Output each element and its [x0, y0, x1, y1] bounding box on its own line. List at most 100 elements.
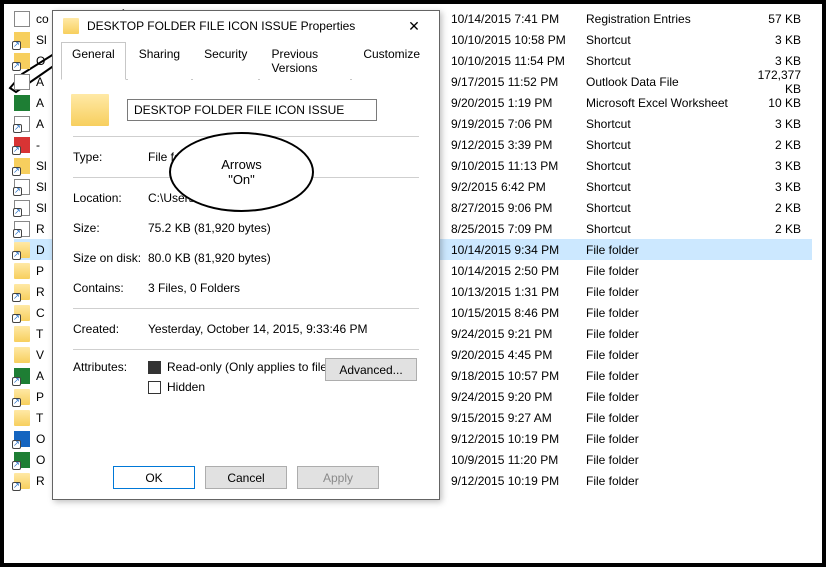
file-icon — [14, 326, 30, 342]
file-icon — [14, 221, 30, 237]
hidden-label: Hidden — [167, 380, 205, 394]
file-date: 9/10/2015 11:13 PM — [451, 159, 586, 173]
file-type: File folder — [586, 432, 746, 446]
file-size: 10 KB — [746, 96, 801, 110]
file-icon — [14, 284, 30, 300]
tab-sharing[interactable]: Sharing — [128, 42, 191, 80]
file-date: 10/10/2015 10:58 PM — [451, 33, 586, 47]
folder-name-input[interactable] — [127, 99, 377, 121]
shortcut-arrow-icon — [12, 482, 21, 491]
file-date: 10/13/2015 1:31 PM — [451, 285, 586, 299]
contains-label: Contains: — [73, 281, 148, 295]
file-type: Shortcut — [586, 54, 746, 68]
created-label: Created: — [73, 322, 148, 336]
window-title: DESKTOP FOLDER FILE ICON ISSUE Propertie… — [87, 19, 399, 33]
shortcut-arrow-icon — [13, 229, 22, 238]
shortcut-arrow-icon — [13, 187, 22, 196]
file-icon — [14, 347, 30, 363]
shortcut-arrow-icon — [12, 440, 21, 449]
file-icon — [14, 53, 30, 69]
tab-security[interactable]: Security — [193, 42, 258, 80]
file-icon — [14, 368, 30, 384]
file-icon — [14, 389, 30, 405]
file-icon — [14, 179, 30, 195]
shortcut-arrow-icon — [12, 461, 21, 470]
shortcut-arrow-icon — [12, 398, 21, 407]
callout-line2: "On" — [228, 172, 255, 187]
tab-general[interactable]: General — [61, 42, 126, 80]
file-date: 9/24/2015 9:20 PM — [451, 390, 586, 404]
shortcut-arrow-icon — [12, 41, 21, 50]
folder-icon — [63, 18, 79, 34]
readonly-checkbox[interactable] — [148, 361, 161, 374]
file-type: Shortcut — [586, 222, 746, 236]
file-icon — [14, 158, 30, 174]
screenshot-frame: co10/14/2015 7:41 PMRegistration Entries… — [0, 0, 826, 567]
file-date: 9/19/2015 7:06 PM — [451, 117, 586, 131]
file-date: 10/14/2015 2:50 PM — [451, 264, 586, 278]
file-date: 9/20/2015 4:45 PM — [451, 348, 586, 362]
file-type: Shortcut — [586, 201, 746, 215]
file-icon — [14, 32, 30, 48]
file-type: File folder — [586, 369, 746, 383]
callout-line1: Arrows — [221, 157, 261, 172]
file-date: 8/27/2015 9:06 PM — [451, 201, 586, 215]
file-type: File folder — [586, 453, 746, 467]
advanced-button[interactable]: Advanced... — [325, 358, 417, 381]
shortcut-arrow-icon — [13, 208, 22, 217]
attributes-label: Attributes: — [73, 360, 148, 374]
file-type: File folder — [586, 306, 746, 320]
file-icon — [14, 242, 30, 258]
tab-customize[interactable]: Customize — [352, 42, 431, 80]
file-date: 9/12/2015 10:19 PM — [451, 474, 586, 488]
shortcut-arrow-icon — [12, 251, 21, 260]
file-type: Shortcut — [586, 117, 746, 131]
close-icon[interactable]: ✕ — [399, 18, 429, 35]
file-date: 9/18/2015 10:57 PM — [451, 369, 586, 383]
file-size: 3 KB — [746, 33, 801, 47]
file-size: 3 KB — [746, 54, 801, 68]
annotation-callout: Arrows "On" — [169, 132, 314, 212]
titlebar[interactable]: DESKTOP FOLDER FILE ICON ISSUE Propertie… — [53, 11, 439, 41]
file-type: File folder — [586, 390, 746, 404]
shortcut-arrow-icon — [12, 167, 21, 176]
cancel-button[interactable]: Cancel — [205, 466, 287, 489]
file-icon — [14, 116, 30, 132]
created-value: Yesterday, October 14, 2015, 9:33:46 PM — [148, 322, 419, 336]
file-size: 3 KB — [746, 159, 801, 173]
dialog-button-row: OK Cancel Apply — [53, 466, 439, 489]
shortcut-arrow-icon — [12, 62, 21, 71]
apply-button[interactable]: Apply — [297, 466, 379, 489]
file-type: Microsoft Excel Worksheet — [586, 96, 746, 110]
file-type: Registration Entries — [586, 12, 746, 26]
size-on-disk-label: Size on disk: — [73, 251, 148, 265]
file-date: 9/12/2015 3:39 PM — [451, 138, 586, 152]
shortcut-arrow-icon — [12, 293, 21, 302]
file-date: 9/15/2015 9:27 AM — [451, 411, 586, 425]
shortcut-arrow-icon — [12, 377, 21, 386]
file-type: Shortcut — [586, 33, 746, 47]
file-date: 9/20/2015 1:19 PM — [451, 96, 586, 110]
file-icon — [14, 200, 30, 216]
file-date: 9/17/2015 11:52 PM — [451, 75, 586, 89]
file-date: 9/12/2015 10:19 PM — [451, 432, 586, 446]
file-icon — [14, 305, 30, 321]
tab-previous-versions[interactable]: Previous Versions — [260, 42, 350, 80]
file-icon — [14, 137, 30, 153]
file-icon — [14, 473, 30, 489]
file-icon — [14, 95, 30, 111]
file-size: 3 KB — [746, 180, 801, 194]
shortcut-arrow-icon — [12, 314, 21, 323]
file-type: File folder — [586, 474, 746, 488]
hidden-checkbox[interactable] — [148, 381, 161, 394]
file-type: File folder — [586, 327, 746, 341]
type-label: Type: — [73, 150, 148, 164]
file-date: 10/9/2015 11:20 PM — [451, 453, 586, 467]
file-type: File folder — [586, 264, 746, 278]
file-size: 2 KB — [746, 222, 801, 236]
file-size: 2 KB — [746, 201, 801, 215]
size-value: 75.2 KB (81,920 bytes) — [148, 221, 419, 235]
file-icon — [14, 410, 30, 426]
file-type: Shortcut — [586, 180, 746, 194]
ok-button[interactable]: OK — [113, 466, 195, 489]
